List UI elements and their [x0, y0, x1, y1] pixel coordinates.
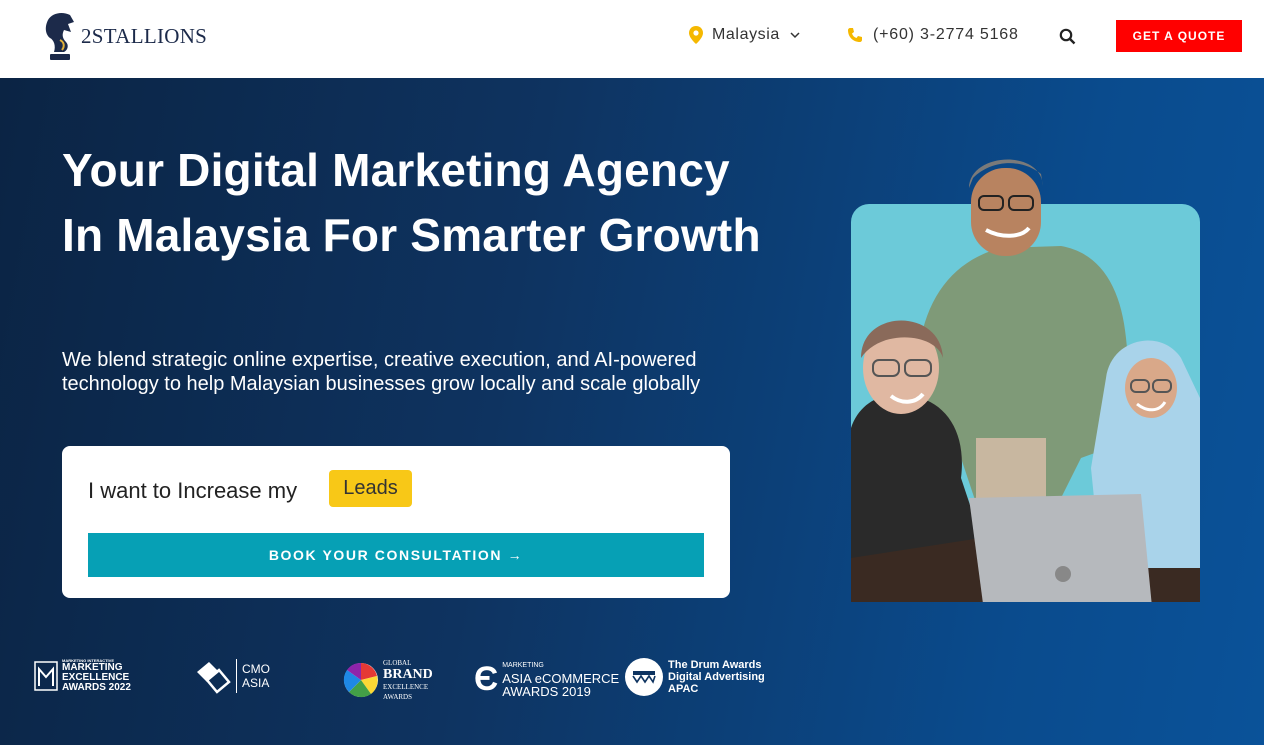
stallion-logo-icon	[45, 12, 74, 60]
cmo-asia-logo-icon	[197, 662, 231, 694]
award-2-line1: CMO	[242, 662, 270, 676]
search-icon[interactable]	[1059, 28, 1076, 45]
book-consultation-button[interactable]: BOOK YOUR CONSULTATION →	[88, 533, 704, 577]
award-logo-icon	[34, 660, 58, 691]
award-3-line2: EXCELLENCE	[383, 683, 429, 691]
phone-link[interactable]: (+60) 3-2774 5168	[847, 26, 1019, 44]
phone-number: (+60) 3-2774 5168	[873, 26, 1019, 43]
map-pin-icon	[689, 26, 703, 44]
award-cmo-asia: CMO ASIA	[195, 658, 270, 694]
drum-logo-icon	[625, 658, 663, 696]
e-logo-icon: Є	[474, 660, 499, 698]
award-5-line2: Digital Advertising	[668, 671, 765, 683]
award-4-line2: AWARDS 2019	[502, 684, 591, 699]
award-marketing-excellence: MARKETING INTERACTIVE MARKETING EXCELLEN…	[34, 658, 131, 693]
country-label: Malaysia	[712, 26, 780, 43]
phone-icon	[848, 28, 862, 42]
award-5-line1: The Drum Awards	[668, 659, 762, 671]
team-photo	[851, 159, 1200, 602]
hero-section: Your Digital Marketing Agency In Malaysi…	[0, 78, 1264, 745]
get-a-quote-button[interactable]: GET A QUOTE	[1116, 20, 1242, 52]
lead-goal-selector[interactable]: Leads	[329, 470, 412, 507]
country-selector[interactable]: Malaysia	[689, 26, 801, 44]
logo[interactable]: 2STALLIONS	[40, 10, 207, 62]
award-5-line3: APAC	[668, 683, 699, 695]
award-global-brand: GLOBAL BRAND EXCELLENCE AWARDS	[343, 658, 433, 702]
award-asia-ecommerce: Є MARKETING ASIA eCOMMERCE AWARDS 2019	[474, 660, 619, 698]
site-header: 2STALLIONS Malaysia (+60) 3-2774 5168 GE…	[0, 0, 1264, 78]
hero-title: Your Digital Marketing Agency In Malaysi…	[62, 144, 761, 261]
award-1-line3: AWARDS 2022	[62, 682, 131, 693]
hero-subtitle: We blend strategic online expertise, cre…	[62, 349, 701, 395]
award-3-line1: BRAND	[383, 667, 433, 682]
chevron-down-icon	[790, 32, 800, 39]
award-drum: The Drum Awards Digital Advertising APAC	[625, 658, 765, 696]
lead-form-card: I want to Increase my Leads BOOK YOUR CO…	[62, 446, 730, 598]
award-3-line3: AWARDS	[383, 693, 412, 701]
logo-text: 2STALLIONS	[81, 23, 208, 48]
global-brand-logo-icon	[343, 662, 378, 698]
lead-prefix: I want to Increase my	[88, 478, 298, 503]
award-2-line2: ASIA	[242, 676, 270, 690]
